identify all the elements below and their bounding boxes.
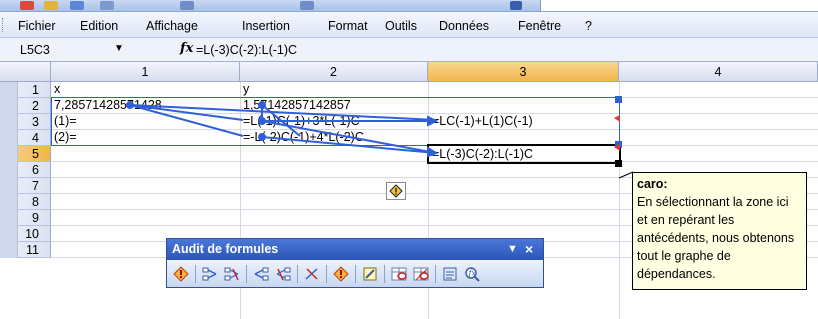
tracer-arrowhead [427,115,439,127]
toolbar-icon[interactable] [180,1,194,10]
question-box[interactable] [540,0,818,11]
range-handle [615,96,622,103]
menu-affichage[interactable]: Affichage [146,19,198,33]
toolbar-icon[interactable] [510,1,522,10]
formula-bar: L5C3 ▼ fx =L(-3)C(-2):L(-1)C [0,38,818,62]
menu-fichier[interactable]: Fichier [18,19,56,33]
audit-toolbar-title: Audit de formules [172,242,279,256]
comment-author: caro: [637,177,668,191]
remove-precedent-arrows-icon[interactable] [222,264,242,284]
error-check-icon[interactable] [171,264,191,284]
tracer-arrow [261,136,437,154]
toolbar-icon[interactable] [70,1,84,10]
name-box[interactable]: L5C3 [18,42,82,59]
clear-validation-circles-icon[interactable] [411,264,431,284]
menu-format[interactable]: Format [328,19,368,33]
menu-help[interactable]: ? [585,19,592,33]
menu-bar: Fichier Edition Affichage Insertion Form… [0,12,818,38]
watch-window-icon[interactable] [440,264,460,284]
remove-dependent-arrows-icon[interactable] [273,264,293,284]
standard-toolbar-partial [0,0,818,12]
tracer-dot [126,101,134,109]
audit-toolbar-titlebar[interactable]: Audit de formules ▼ × [167,239,543,260]
svg-text:fx: fx [468,269,477,278]
tracer-arrowhead [427,146,439,158]
comment-pointer [618,171,634,179]
trace-precedents-icon[interactable] [200,264,220,284]
evaluate-formula-icon[interactable]: fx [462,264,482,284]
toolbar-icon[interactable] [20,1,34,10]
menu-edition[interactable]: Edition [80,19,118,33]
close-icon[interactable]: × [525,239,533,260]
menu-outils[interactable]: Outils [385,19,417,33]
new-comment-icon[interactable] [360,264,380,284]
menu-grip [2,18,6,32]
circle-invalid-data-icon[interactable] [389,264,409,284]
tracer-dot [258,101,266,109]
menu-fenetre[interactable]: Fenêtre [518,19,561,33]
comment-text: En sélectionnant la zone ici et en repér… [637,195,795,281]
remove-all-arrows-icon[interactable] [302,264,322,284]
warning-diamond-icon [389,184,403,198]
tracer-dot [258,133,266,141]
toolbar-icon[interactable] [100,1,114,10]
chevron-down-icon[interactable]: ▼ [114,43,124,54]
toolbar-icon[interactable] [44,1,58,10]
comment-indicator [614,115,620,122]
menu-donnees[interactable]: Données [439,19,489,33]
menu-insertion[interactable]: Insertion [242,19,290,33]
tracer-arrow [261,120,437,154]
toolbar-options-chevron-icon[interactable]: ▼ [507,239,518,260]
tracer-dot [258,117,266,125]
toolbar-icon[interactable] [300,1,314,10]
insert-function-icon[interactable]: fx [180,41,193,56]
trace-dependents-icon[interactable] [251,264,271,284]
formula-input[interactable]: =L(-3)C(-2):L(-1)C [196,43,297,57]
error-smart-tag[interactable] [386,182,406,200]
trace-error-icon[interactable] [331,264,351,284]
cell-comment: caro: En sélectionnant la zone ici et en… [632,172,807,290]
formula-auditing-toolbar[interactable]: Audit de formules ▼ × fx [166,238,544,288]
